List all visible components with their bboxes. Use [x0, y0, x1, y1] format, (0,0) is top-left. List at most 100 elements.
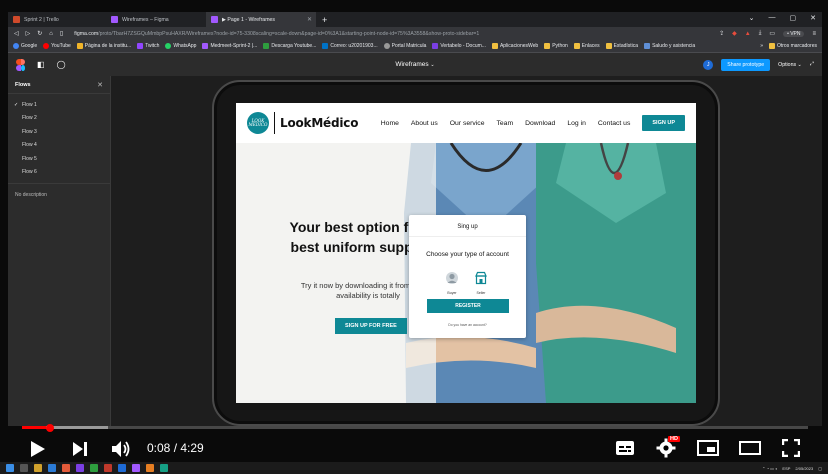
subtitles-icon[interactable]	[615, 440, 635, 456]
flow-item[interactable]: Flow 2	[8, 112, 110, 126]
brave-icon[interactable]	[62, 464, 70, 472]
vpn-button[interactable]: • VPN	[783, 30, 805, 37]
volume-icon[interactable]	[111, 440, 131, 458]
close-tab-icon[interactable]: ✕	[307, 16, 312, 23]
share-prototype-button[interactable]: Share prototype	[721, 58, 771, 71]
new-tab-icon[interactable]: +	[322, 15, 327, 25]
brave-shield-icon[interactable]: ◆	[732, 30, 737, 37]
other-bookmarks[interactable]: Otros marcadores	[768, 43, 817, 49]
logo-text[interactable]: LookMédico	[280, 116, 358, 130]
settings-button[interactable]: HD	[656, 436, 680, 458]
file-explorer-icon[interactable]	[34, 464, 42, 472]
next-icon[interactable]	[72, 441, 88, 457]
chevron-down-icon[interactable]: ⌄	[749, 14, 755, 22]
bookmark-label: Estadística	[613, 43, 639, 49]
screen: Sprint 2 | Trello Wireframes – Figma ▶ P…	[0, 0, 828, 474]
theater-mode-icon[interactable]	[739, 441, 761, 455]
nav-our-service[interactable]: Our service	[450, 120, 485, 127]
rewards-icon[interactable]: ▲	[745, 31, 751, 37]
nav-home[interactable]: Home	[381, 120, 399, 127]
app-icon[interactable]	[48, 464, 56, 472]
figma-icon	[111, 16, 118, 23]
bookmark-item[interactable]: Medmeet-Sprint-2 |...	[202, 43, 257, 49]
sign-up-button[interactable]: SIGN UP	[642, 115, 685, 131]
app-icon[interactable]	[90, 464, 98, 472]
bookmark-page-icon[interactable]: ▯	[60, 30, 63, 37]
bookmarks-overflow[interactable]: »	[760, 43, 763, 49]
tab-trello[interactable]: Sprint 2 | Trello	[8, 12, 106, 27]
figma-logo-icon[interactable]	[16, 58, 25, 71]
tab-figma-wireframes[interactable]: Wireframes – Figma	[106, 12, 206, 27]
bookmark-item[interactable]: WhatsApp	[165, 43, 196, 49]
back-icon[interactable]: ◁	[14, 30, 19, 37]
miniplayer-icon[interactable]	[697, 440, 719, 456]
flow-item[interactable]: Flow 6	[8, 166, 110, 180]
bookmark-item[interactable]: Google	[13, 43, 37, 49]
close-window-icon[interactable]: ✕	[810, 14, 816, 22]
sidebar-toggle-icon[interactable]: ◧	[37, 60, 45, 69]
language-indicator[interactable]: ESP	[782, 466, 790, 471]
nav-team[interactable]: Team	[496, 120, 513, 127]
bookmark-folder[interactable]: AplicacionesWeb	[491, 43, 538, 49]
app-icon[interactable]	[146, 464, 154, 472]
search-icon[interactable]	[20, 464, 28, 472]
flow-item[interactable]: Flow 3	[8, 125, 110, 139]
nav-contact-us[interactable]: Contact us	[598, 120, 631, 127]
play-icon[interactable]	[30, 440, 46, 458]
bookmark-item[interactable]: Correo: u20201903...	[322, 43, 378, 49]
nav-download[interactable]: Download	[525, 120, 555, 127]
nav-log-in[interactable]: Log in	[567, 120, 586, 127]
notifications-icon[interactable]: ▢	[818, 466, 822, 471]
bookmark-item[interactable]: Saludo y asistencia	[644, 43, 695, 49]
video-progress-bar[interactable]	[22, 423, 808, 432]
maximize-icon[interactable]: ▢	[790, 14, 797, 22]
nav-about-us[interactable]: About us	[411, 120, 438, 127]
clock-date[interactable]: 2/05/2023	[795, 466, 813, 471]
buyer-label: Buyer	[447, 291, 457, 295]
have-account-link[interactable]: Do you have an account?	[409, 323, 526, 327]
app-icon[interactable]	[76, 464, 84, 472]
bookmark-label: WhatsApp	[173, 43, 197, 49]
sign-up-free-button[interactable]: SIGN UP FOR FREE	[335, 318, 407, 334]
register-button[interactable]: REGISTER	[427, 299, 509, 313]
share-icon[interactable]: ⇪	[719, 30, 724, 37]
app-icon[interactable]	[104, 464, 112, 472]
bookmark-item[interactable]: YouTube	[43, 43, 71, 49]
buyer-option[interactable]: Buyer	[442, 271, 462, 295]
seller-option[interactable]: Seller	[471, 271, 491, 295]
fullscreen-icon[interactable]: ⤢	[810, 61, 814, 68]
forward-icon[interactable]: ▷	[26, 30, 31, 37]
fullscreen-icon[interactable]	[782, 439, 800, 457]
buyer-icon	[446, 272, 458, 284]
options-button[interactable]: Options ⌄	[778, 62, 802, 68]
bookmark-label: Saludo y asistencia	[652, 43, 696, 49]
close-icon[interactable]: ✕	[97, 81, 103, 89]
flow-item[interactable]: Flow 1	[8, 98, 110, 112]
bookmark-item[interactable]: Portal Matricula	[383, 43, 426, 49]
app-icon[interactable]	[118, 464, 126, 472]
home-icon[interactable]: ⌂	[49, 31, 53, 37]
download-icon[interactable]: ⤓	[759, 30, 762, 37]
tray-icons[interactable]: ⌃ ◔ ▭ ◖	[762, 466, 777, 471]
comment-icon[interactable]: ◯	[57, 60, 66, 69]
tab-page1-wireframes[interactable]: ▶ Page 1 - Wireframes ✕	[206, 12, 316, 27]
scrubber-handle[interactable]	[46, 423, 54, 432]
avatar[interactable]: J	[703, 59, 714, 70]
minimize-icon[interactable]: —	[769, 14, 776, 22]
bookmark-folder[interactable]: Enlaces	[573, 43, 600, 49]
bookmark-item[interactable]: Vertabelo - Docum...	[432, 43, 486, 49]
reload-icon[interactable]: ↻	[37, 30, 42, 37]
bookmark-folder[interactable]: Estadística	[605, 43, 639, 49]
flow-item[interactable]: Flow 5	[8, 152, 110, 166]
menu-icon[interactable]: ≡	[812, 31, 816, 37]
flow-item[interactable]: Flow 4	[8, 139, 110, 153]
bookmark-item[interactable]: Twitch	[137, 43, 159, 49]
bookmark-folder[interactable]: Python	[544, 43, 568, 49]
app-icon[interactable]	[160, 464, 168, 472]
url-field[interactable]: figma.com/proto/TbarH7ZSGQuMmbpPsuHAXR/W…	[74, 31, 634, 37]
bookmark-item[interactable]: Página de la institu...	[76, 43, 131, 49]
bookmark-item[interactable]: Descarga Youtube...	[263, 43, 316, 49]
sidebar-icon[interactable]: ▭	[769, 30, 775, 37]
figma-icon[interactable]	[132, 464, 140, 472]
windows-start-icon[interactable]	[6, 464, 14, 472]
